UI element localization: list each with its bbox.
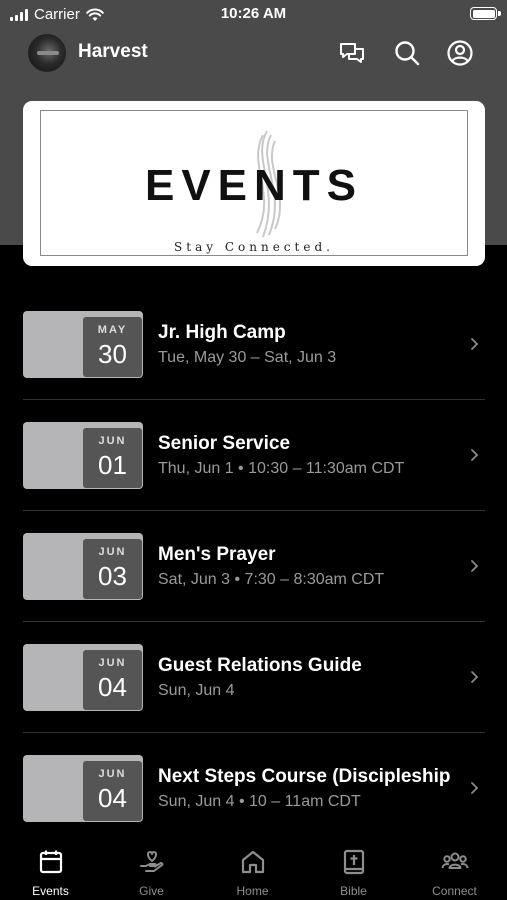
chevron-right-icon — [471, 338, 479, 350]
date-card: MAY 30 — [23, 311, 143, 378]
chat-icon[interactable] — [338, 39, 366, 67]
give-icon — [140, 851, 164, 872]
event-day: 30 — [98, 339, 127, 369]
event-subtitle: Sat, Jun 3 • 7:30 – 8:30am CDT — [158, 571, 385, 588]
tab-label: Bible — [340, 884, 367, 898]
connect-icon — [441, 852, 469, 869]
event-row[interactable]: JUN 03 Men's Prayer Sat, Jun 3 • 7:30 – … — [0, 511, 507, 622]
event-subtitle: Sun, Jun 4 — [158, 682, 235, 699]
app-header: Harvest — [0, 32, 507, 74]
date-card: JUN 04 — [23, 755, 143, 822]
date-card: JUN 01 — [23, 422, 143, 489]
event-day: 01 — [98, 450, 127, 480]
event-month: JUN — [98, 657, 127, 669]
status-time: 10:26 AM — [220, 5, 287, 22]
app-title: Harvest — [78, 41, 148, 62]
bible-icon — [343, 849, 365, 875]
banner-subtitle: Stay Connected. — [174, 240, 334, 254]
status-bar: Carrier 10:26 AM — [0, 0, 507, 30]
banner-title: EVENTS — [144, 161, 364, 210]
home-icon — [241, 850, 265, 874]
event-title: Jr. High Camp — [158, 322, 286, 343]
account-icon[interactable] — [446, 39, 474, 67]
events-list: MAY 30 Jr. High Camp Tue, May 30 – Sat, … — [0, 289, 507, 844]
event-title: Guest Relations Guide — [158, 655, 362, 676]
tab-label: Events — [32, 884, 69, 898]
event-month: JUN — [98, 768, 127, 780]
event-row[interactable]: MAY 30 Jr. High Camp Tue, May 30 – Sat, … — [0, 289, 507, 400]
tab-home[interactable]: Home — [202, 830, 303, 900]
events-banner[interactable]: EVENTS Stay Connected. — [23, 101, 485, 266]
battery-icon — [470, 7, 501, 20]
chevron-right-icon — [471, 782, 479, 794]
chevron-right-icon — [471, 671, 479, 683]
chevron-right-icon — [471, 560, 479, 572]
tab-label: Give — [139, 884, 164, 898]
tab-connect[interactable]: Connect — [404, 830, 505, 900]
event-title: Next Steps Course (Discipleship — [158, 766, 451, 787]
event-subtitle: Tue, May 30 – Sat, Jun 3 — [158, 349, 337, 366]
tab-label: Home — [236, 884, 269, 898]
event-row[interactable]: JUN 01 Senior Service Thu, Jun 1 • 10:30… — [0, 400, 507, 511]
tab-bible[interactable]: Bible — [303, 830, 404, 900]
event-subtitle: Thu, Jun 1 • 10:30 – 11:30am CDT — [158, 460, 405, 477]
event-title: Men's Prayer — [158, 544, 276, 565]
event-row[interactable]: JUN 04 Guest Relations Guide Sun, Jun 4 — [0, 622, 507, 733]
event-day: 04 — [98, 672, 127, 702]
tab-label: Connect — [432, 884, 477, 898]
event-row[interactable]: JUN 04 Next Steps Course (Discipleship S… — [0, 733, 507, 844]
date-card: JUN 03 — [23, 533, 143, 600]
tab-events[interactable]: Events — [0, 830, 101, 900]
calendar-icon — [39, 850, 63, 874]
tab-give[interactable]: Give — [101, 830, 202, 900]
chevron-right-icon — [471, 449, 479, 461]
app-logo-avatar[interactable] — [28, 34, 66, 72]
event-subtitle: Sun, Jun 4 • 10 – 11am CDT — [158, 793, 361, 810]
date-card: JUN 04 — [23, 644, 143, 711]
event-title: Senior Service — [158, 433, 291, 454]
event-day: 03 — [98, 561, 127, 591]
event-month: JUN — [98, 435, 127, 447]
search-icon[interactable] — [393, 39, 421, 67]
tab-bar: Events Give Home Bible Connect — [0, 830, 507, 900]
event-day: 04 — [98, 783, 127, 813]
event-month: MAY — [97, 324, 128, 336]
event-month: JUN — [98, 546, 127, 558]
